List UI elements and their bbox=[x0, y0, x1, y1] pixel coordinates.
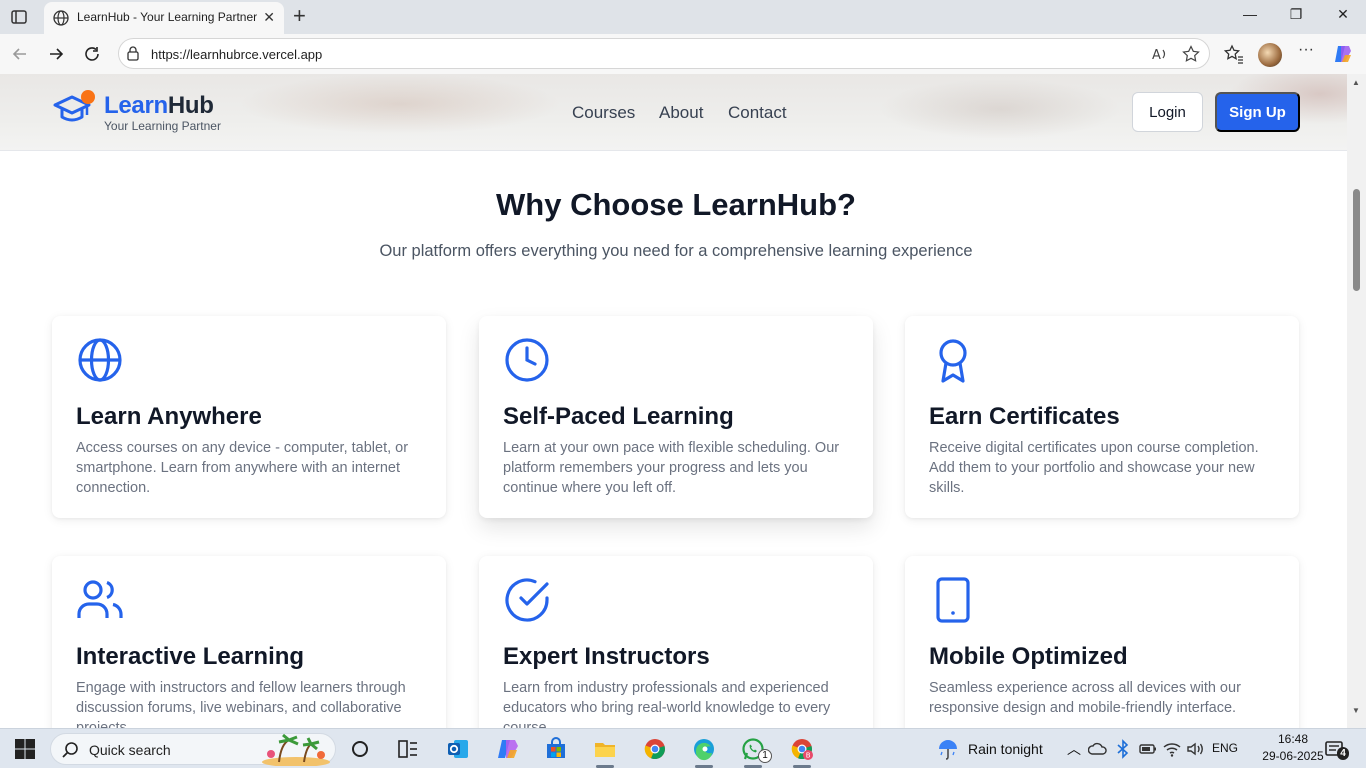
logo-tagline: Your Learning Partner bbox=[104, 119, 221, 133]
svg-text:A: A bbox=[1152, 48, 1161, 63]
nav-contact[interactable]: Contact bbox=[728, 103, 787, 123]
windows-start-icon[interactable] bbox=[13, 737, 37, 761]
users-icon bbox=[77, 580, 123, 618]
feature-description: Seamless experience across all devices w… bbox=[929, 680, 1241, 716]
task-view-icon[interactable] bbox=[348, 737, 372, 761]
logo-hub: Hub bbox=[167, 92, 214, 119]
battery-saver-icon[interactable] bbox=[1138, 739, 1158, 759]
url-text: https://learnhubrce.vercel.app bbox=[151, 47, 323, 62]
feature-title: Self-Paced Learning bbox=[503, 403, 734, 430]
microsoft-store-icon[interactable] bbox=[544, 737, 568, 761]
feature-card-mobile: Mobile Optimized Seamless experience acr… bbox=[905, 556, 1299, 728]
site-header: LearnHub Your Learning Partner Courses A… bbox=[0, 74, 1347, 151]
copilot-icon[interactable] bbox=[1332, 43, 1354, 65]
section-subtitle: Our platform offers everything you need … bbox=[379, 242, 973, 260]
outlook-icon[interactable] bbox=[446, 737, 470, 761]
scroll-down-icon[interactable]: ▼ bbox=[1352, 706, 1360, 715]
logo-learn: Learn bbox=[104, 92, 168, 119]
new-tab-icon[interactable]: + bbox=[293, 4, 306, 28]
more-options-icon[interactable]: ··· bbox=[1298, 41, 1320, 63]
volume-icon[interactable] bbox=[1185, 739, 1205, 759]
favorites-icon[interactable] bbox=[1223, 43, 1245, 65]
feature-title: Expert Instructors bbox=[503, 643, 710, 670]
bluetooth-icon[interactable] bbox=[1114, 739, 1132, 759]
taskbar-search[interactable]: Quick search bbox=[50, 733, 336, 766]
minimize-icon[interactable]: — bbox=[1240, 6, 1260, 22]
feature-card-certificates: Earn Certificates Receive digital certif… bbox=[905, 316, 1299, 518]
scrollbar-thumb[interactable] bbox=[1353, 189, 1360, 291]
globe-favicon-icon bbox=[53, 10, 69, 26]
forward-icon[interactable] bbox=[46, 44, 66, 64]
page-viewport: LearnHub Your Learning Partner Courses A… bbox=[0, 74, 1366, 728]
search-placeholder: Quick search bbox=[89, 742, 171, 758]
feature-description: Access courses on any device - computer,… bbox=[76, 440, 409, 496]
browser-toolbar: https://learnhubrce.vercel.app A ··· bbox=[0, 34, 1366, 74]
whatsapp-badge: 1 bbox=[758, 749, 772, 763]
check-circle-icon bbox=[505, 578, 549, 622]
scroll-up-icon[interactable]: ▲ bbox=[1352, 78, 1360, 87]
smartphone-icon bbox=[936, 577, 970, 623]
nav-courses[interactable]: Courses bbox=[572, 103, 635, 123]
feature-description: Engage with instructors and fellow learn… bbox=[76, 680, 406, 728]
feature-title: Interactive Learning bbox=[76, 643, 305, 670]
chrome-profile-icon[interactable]: B bbox=[790, 737, 814, 761]
feature-title: Learn Anywhere bbox=[76, 403, 262, 430]
address-bar[interactable]: https://learnhubrce.vercel.app A bbox=[118, 38, 1210, 69]
rain-weather-icon[interactable] bbox=[936, 737, 960, 761]
feature-description: Learn at your own pace with flexible sch… bbox=[503, 440, 840, 496]
lock-icon[interactable] bbox=[126, 46, 140, 61]
copilot-app-icon[interactable] bbox=[496, 737, 520, 761]
page-scrollbar[interactable]: ▲ ▼ bbox=[1347, 74, 1366, 728]
clock-icon bbox=[505, 338, 549, 382]
favorite-star-icon[interactable] bbox=[1182, 45, 1200, 63]
svg-text:B: B bbox=[806, 752, 811, 760]
input-language[interactable]: ENG bbox=[1212, 741, 1238, 755]
clock-time[interactable]: 16:48 bbox=[1263, 732, 1323, 746]
award-icon bbox=[939, 339, 967, 383]
show-hidden-icons-chevron-icon[interactable]: ︿ bbox=[1067, 739, 1081, 759]
profile-avatar[interactable] bbox=[1258, 43, 1282, 67]
weather-text[interactable]: Rain tonight bbox=[968, 741, 1043, 757]
feature-card-learn-anywhere: Learn Anywhere Access courses on any dev… bbox=[52, 316, 446, 518]
feature-title: Mobile Optimized bbox=[929, 643, 1128, 670]
search-highlight-illustration-icon bbox=[262, 734, 330, 766]
clock-date[interactable]: 29-06-2025 bbox=[1258, 749, 1328, 763]
file-explorer-icon[interactable] bbox=[593, 737, 617, 761]
edge-icon[interactable] bbox=[692, 737, 716, 761]
feature-description: Receive digital certificates upon course… bbox=[929, 440, 1259, 496]
feature-card-self-paced: Self-Paced Learning Learn at your own pa… bbox=[479, 316, 873, 518]
feature-card-instructors: Expert Instructors Learn from industry p… bbox=[479, 556, 873, 728]
restore-icon[interactable]: ❐ bbox=[1286, 6, 1306, 23]
browser-tab-active[interactable]: LearnHub - Your Learning Partner ✕ bbox=[44, 2, 284, 34]
feature-card-interactive: Interactive Learning Engage with instruc… bbox=[52, 556, 446, 728]
notification-count-badge: 4 bbox=[1337, 747, 1349, 760]
signup-button[interactable]: Sign Up bbox=[1215, 92, 1300, 132]
refresh-icon[interactable] bbox=[82, 44, 102, 64]
read-aloud-icon[interactable]: A bbox=[1151, 45, 1169, 63]
chrome-icon[interactable] bbox=[643, 737, 667, 761]
section-title: Why Choose LearnHub? bbox=[496, 187, 856, 222]
nav-about[interactable]: About bbox=[659, 103, 703, 123]
search-icon bbox=[62, 742, 78, 758]
feature-title: Earn Certificates bbox=[929, 403, 1120, 430]
logo-wordmark[interactable]: LearnHub bbox=[104, 92, 214, 120]
onedrive-icon[interactable] bbox=[1088, 739, 1108, 759]
close-window-icon[interactable]: ✕ bbox=[1333, 6, 1353, 23]
tab-actions-icon[interactable] bbox=[10, 8, 28, 26]
graduation-cap-logo-icon[interactable] bbox=[52, 88, 98, 128]
wifi-icon[interactable] bbox=[1162, 739, 1182, 759]
globe-icon bbox=[78, 338, 122, 382]
feature-description: Learn from industry professionals and ex… bbox=[503, 680, 831, 728]
tab-title: LearnHub - Your Learning Partner bbox=[77, 10, 258, 24]
browser-tab-bar: LearnHub - Your Learning Partner ✕ + — ❐… bbox=[0, 0, 1366, 34]
windows-taskbar: Quick search 1 B Rain tonight ︿ ENG 16:4… bbox=[0, 728, 1366, 768]
login-button[interactable]: Login bbox=[1132, 92, 1203, 132]
widgets-icon[interactable] bbox=[396, 737, 420, 761]
close-tab-icon[interactable]: ✕ bbox=[263, 9, 275, 26]
back-icon[interactable] bbox=[10, 44, 30, 64]
